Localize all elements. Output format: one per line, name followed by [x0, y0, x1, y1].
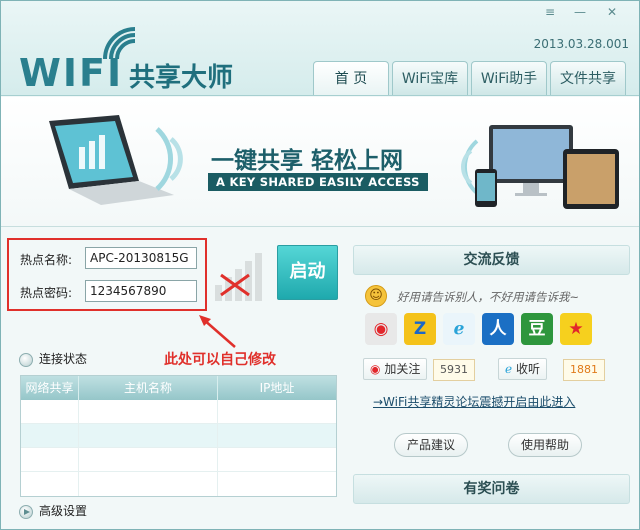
- renren-icon[interactable]: 人: [482, 313, 514, 345]
- menu-icon[interactable]: ≡: [541, 5, 559, 20]
- close-icon[interactable]: ✕: [603, 5, 621, 20]
- tencent-weibo-icon: ℯ: [505, 362, 513, 376]
- version-label: 2013.03.28.001: [533, 37, 629, 51]
- header: WIFI 共享大师 ≡ — ✕ 2013.03.28.001 首 页 WiFi宝…: [1, 1, 639, 96]
- table-header: 网络共享 主机名称 IP地址: [21, 376, 336, 400]
- qzone-icon[interactable]: Z: [404, 313, 436, 345]
- feedback-title: 交流反馈: [353, 245, 630, 275]
- table-cell: [79, 424, 218, 447]
- minimize-icon[interactable]: —: [571, 5, 589, 20]
- tab-file-sharing[interactable]: 文件共享: [550, 61, 626, 95]
- expand-icon: [19, 352, 33, 367]
- wifi-waves-icon: [155, 127, 183, 191]
- start-button[interactable]: 启动: [277, 245, 338, 300]
- feedback-tagline: 好用请告诉别人，不好用请告诉我~: [397, 290, 580, 304]
- listen-label: 收听: [515, 362, 540, 376]
- table-cell: [218, 472, 336, 496]
- table-cell: [218, 448, 336, 471]
- table-cell: [21, 472, 79, 496]
- app-window: WIFI 共享大师 ≡ — ✕ 2013.03.28.001 首 页 WiFi宝…: [0, 0, 640, 530]
- logo-title-cn: 共享大师: [129, 63, 234, 93]
- table-cell: [21, 424, 79, 447]
- table-cell: [79, 400, 218, 423]
- column-header-network-share[interactable]: 网络共享: [21, 376, 79, 400]
- connection-status-header[interactable]: 连接状态: [19, 350, 87, 367]
- hotspot-config-box: 热点名称: 热点密码:: [7, 238, 207, 311]
- tab-wifi-library[interactable]: WiFi宝库: [392, 61, 468, 95]
- survey-title[interactable]: 有奖问卷: [353, 474, 630, 504]
- column-header-host-name[interactable]: 主机名称: [79, 376, 218, 400]
- follow-count-badge: 5931: [433, 359, 475, 381]
- annotation-arrow-icon: [199, 315, 236, 348]
- table-cell: [21, 400, 79, 423]
- douban-icon[interactable]: 豆: [521, 313, 553, 345]
- column-header-ip-address[interactable]: IP地址: [218, 376, 336, 400]
- hotspot-name-field[interactable]: [85, 247, 197, 269]
- table-cell: [79, 472, 218, 496]
- expand-arrow-icon: [19, 504, 33, 519]
- hotspot-password-label: 热点密码:: [20, 286, 73, 300]
- connection-status-title: 连接状态: [39, 352, 88, 366]
- weibo-icon: ◉: [370, 362, 381, 376]
- hotspot-password-field[interactable]: [85, 280, 197, 302]
- connection-table: 网络共享 主机名称 IP地址: [20, 375, 337, 497]
- signal-disconnected-icon: [215, 253, 262, 301]
- table-cell: [218, 424, 336, 447]
- weibo-icon[interactable]: ◉: [365, 313, 397, 345]
- table-cell: [218, 400, 336, 423]
- tab-home[interactable]: 首 页: [313, 61, 389, 95]
- product-suggestion-button[interactable]: 产品建议: [394, 433, 468, 457]
- banner-slogan: 一键共享 轻松上网: [211, 148, 404, 174]
- smiley-icon: ☺: [365, 285, 387, 307]
- listen-count-badge: 1881: [563, 359, 605, 381]
- tencent-listen-button[interactable]: ℯ 收听: [498, 358, 547, 380]
- promo-banner: 一键共享 轻松上网 A KEY SHARED EASILY ACCESS: [1, 97, 639, 227]
- follow-label: 加关注: [384, 362, 421, 376]
- table-cell: [79, 448, 218, 471]
- user-help-button[interactable]: 使用帮助: [508, 433, 582, 457]
- table-row[interactable]: [21, 448, 336, 472]
- main-tabs: 首 页 WiFi宝库 WiFi助手 文件共享: [310, 61, 626, 96]
- logo-wordmark: WIFI: [19, 51, 124, 95]
- advanced-settings-title: 高级设置: [39, 504, 88, 518]
- table-row[interactable]: [21, 400, 336, 424]
- table-row[interactable]: [21, 472, 336, 496]
- forum-link[interactable]: →WiFi共享精灵论坛震撼开启由此进入: [373, 393, 575, 410]
- qq-space-icon[interactable]: ★: [560, 313, 592, 345]
- weibo-follow-button[interactable]: ◉ 加关注: [363, 358, 428, 380]
- tencent-weibo-icon[interactable]: ℯ: [443, 313, 475, 345]
- table-row[interactable]: [21, 424, 336, 448]
- annotation-text: 此处可以自己修改: [164, 352, 276, 368]
- social-share-row: ◉ Z ℯ 人 豆 ★: [365, 313, 599, 345]
- hotspot-name-label: 热点名称:: [20, 253, 73, 267]
- banner-slogan-en: A KEY SHARED EASILY ACCESS: [208, 173, 428, 191]
- tab-wifi-assistant[interactable]: WiFi助手: [471, 61, 547, 95]
- table-cell: [21, 448, 79, 471]
- advanced-settings-header[interactable]: 高级设置: [19, 502, 87, 519]
- devices-illustration: [475, 125, 619, 209]
